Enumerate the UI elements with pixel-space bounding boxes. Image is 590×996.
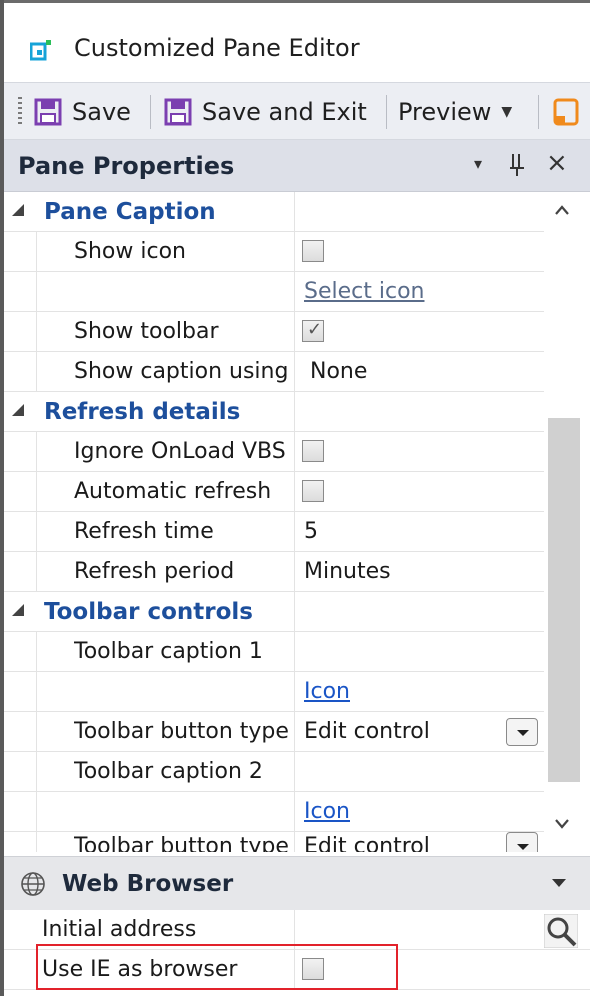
property-row-toolbar-caption-2: Toolbar caption 2: [4, 752, 544, 792]
property-name: Toolbar caption 1: [74, 639, 263, 664]
scroll-down-icon[interactable]: [554, 818, 570, 830]
highlight-box: [36, 944, 398, 990]
category-refresh-details[interactable]: Refresh details: [4, 392, 544, 432]
category-pane-caption[interactable]: Pane Caption: [4, 192, 544, 232]
web-browser-title: Web Browser: [62, 871, 234, 897]
toolbar-button-type-2-dropdown[interactable]: [506, 832, 538, 852]
window-title: Customized Pane Editor: [74, 34, 360, 62]
category-label: Toolbar controls: [44, 599, 253, 625]
chevron-down-icon: ▼: [501, 104, 513, 120]
property-name: Toolbar caption 2: [74, 759, 263, 784]
save-button[interactable]: Save: [34, 91, 131, 133]
property-row-icon-1: Icon: [4, 672, 544, 712]
property-row-automatic-refresh: Automatic refresh: [4, 472, 544, 512]
close-icon[interactable]: ×: [546, 148, 568, 178]
property-name: Show toolbar: [74, 319, 219, 344]
scroll-up-icon[interactable]: [554, 204, 570, 216]
chevron-down-icon[interactable]: [552, 879, 566, 887]
save-and-exit-button[interactable]: Save and Exit: [164, 91, 367, 133]
select-icon-link[interactable]: Select icon: [304, 279, 424, 304]
web-browser-header[interactable]: Web Browser: [4, 856, 590, 910]
floppy-disk-icon: [164, 98, 192, 126]
pane-menu-dropdown[interactable]: ▾: [474, 154, 482, 173]
toolbar-separator: [386, 95, 387, 129]
icon-link-1[interactable]: Icon: [304, 679, 350, 704]
pane-title: Pane Properties: [18, 152, 235, 180]
property-name: Toolbar button type: [74, 834, 289, 852]
magnifier-icon[interactable]: [544, 914, 578, 948]
property-name: Show caption using: [74, 359, 289, 384]
category-toolbar-controls[interactable]: Toolbar controls: [4, 592, 544, 632]
property-name: Refresh time: [74, 519, 214, 544]
property-row-toolbar-button-type-2: Toolbar button type Edit control: [4, 832, 544, 852]
toolbar: Save Save and Exit Preview ▼: [4, 82, 590, 140]
orange-document-icon[interactable]: [552, 97, 582, 127]
globe-icon: [21, 872, 45, 896]
title-bar: Customized Pane Editor: [4, 8, 590, 82]
floppy-disk-icon: [34, 98, 62, 126]
checkmark-icon: ✓: [307, 319, 323, 340]
scroll-thumb[interactable]: [548, 418, 580, 782]
show-icon-checkbox[interactable]: [302, 240, 324, 262]
property-row-ignore-onload-vbs: Ignore OnLoad VBS: [4, 432, 544, 472]
property-row-toolbar-button-type-1: Toolbar button type Edit control: [4, 712, 544, 752]
icon-link-2[interactable]: Icon: [304, 799, 350, 824]
toolbar-button-type-2-value[interactable]: Edit control: [304, 834, 430, 852]
property-name: Refresh period: [74, 559, 235, 584]
save-label: Save: [72, 98, 131, 126]
property-row-refresh-period: Refresh period Minutes: [4, 552, 544, 592]
property-name: Toolbar button type: [74, 719, 289, 744]
toolbar-separator: [150, 95, 151, 129]
property-name: Show icon: [74, 239, 186, 264]
show-caption-using-value[interactable]: None: [310, 359, 367, 384]
property-grid-scrollbar[interactable]: [544, 192, 580, 852]
property-row-show-icon: Show icon: [4, 232, 544, 272]
toolbar-button-type-1-dropdown[interactable]: [506, 718, 538, 746]
property-row-icon-2: Icon: [4, 792, 544, 832]
property-row-toolbar-caption-1: Toolbar caption 1: [4, 632, 544, 672]
toolbar-button-type-1-value[interactable]: Edit control: [304, 719, 430, 744]
preview-label: Preview: [398, 98, 492, 126]
pane-editor-icon: [30, 40, 51, 61]
pane-properties-header: Pane Properties ▾ ×: [4, 140, 590, 192]
property-name: Ignore OnLoad VBS: [74, 439, 286, 464]
property-row-show-caption-using: Show caption using None: [4, 352, 544, 392]
window-top-border: [4, 0, 590, 8]
show-toolbar-checkbox[interactable]: ✓: [302, 319, 324, 342]
toolbar-separator: [538, 95, 539, 129]
property-row-select-icon: Select icon: [4, 272, 544, 312]
preview-button[interactable]: Preview ▼: [398, 91, 512, 133]
refresh-time-value[interactable]: 5: [304, 519, 318, 544]
property-row-refresh-time: Refresh time 5: [4, 512, 544, 552]
pin-icon[interactable]: [508, 152, 526, 178]
property-name: Initial address: [42, 917, 197, 942]
category-label: Refresh details: [44, 399, 241, 425]
property-name: Automatic refresh: [74, 479, 272, 504]
ignore-onload-vbs-checkbox[interactable]: [302, 440, 324, 462]
collapse-triangle-icon[interactable]: [12, 204, 24, 216]
collapse-triangle-icon[interactable]: [12, 604, 24, 616]
collapse-triangle-icon[interactable]: [12, 404, 24, 416]
automatic-refresh-checkbox[interactable]: [302, 480, 324, 502]
toolbar-grip[interactable]: [18, 97, 22, 127]
save-and-exit-label: Save and Exit: [202, 98, 367, 126]
refresh-period-value[interactable]: Minutes: [304, 559, 391, 584]
property-row-show-toolbar: Show toolbar ✓: [4, 312, 544, 352]
category-label: Pane Caption: [44, 199, 216, 225]
